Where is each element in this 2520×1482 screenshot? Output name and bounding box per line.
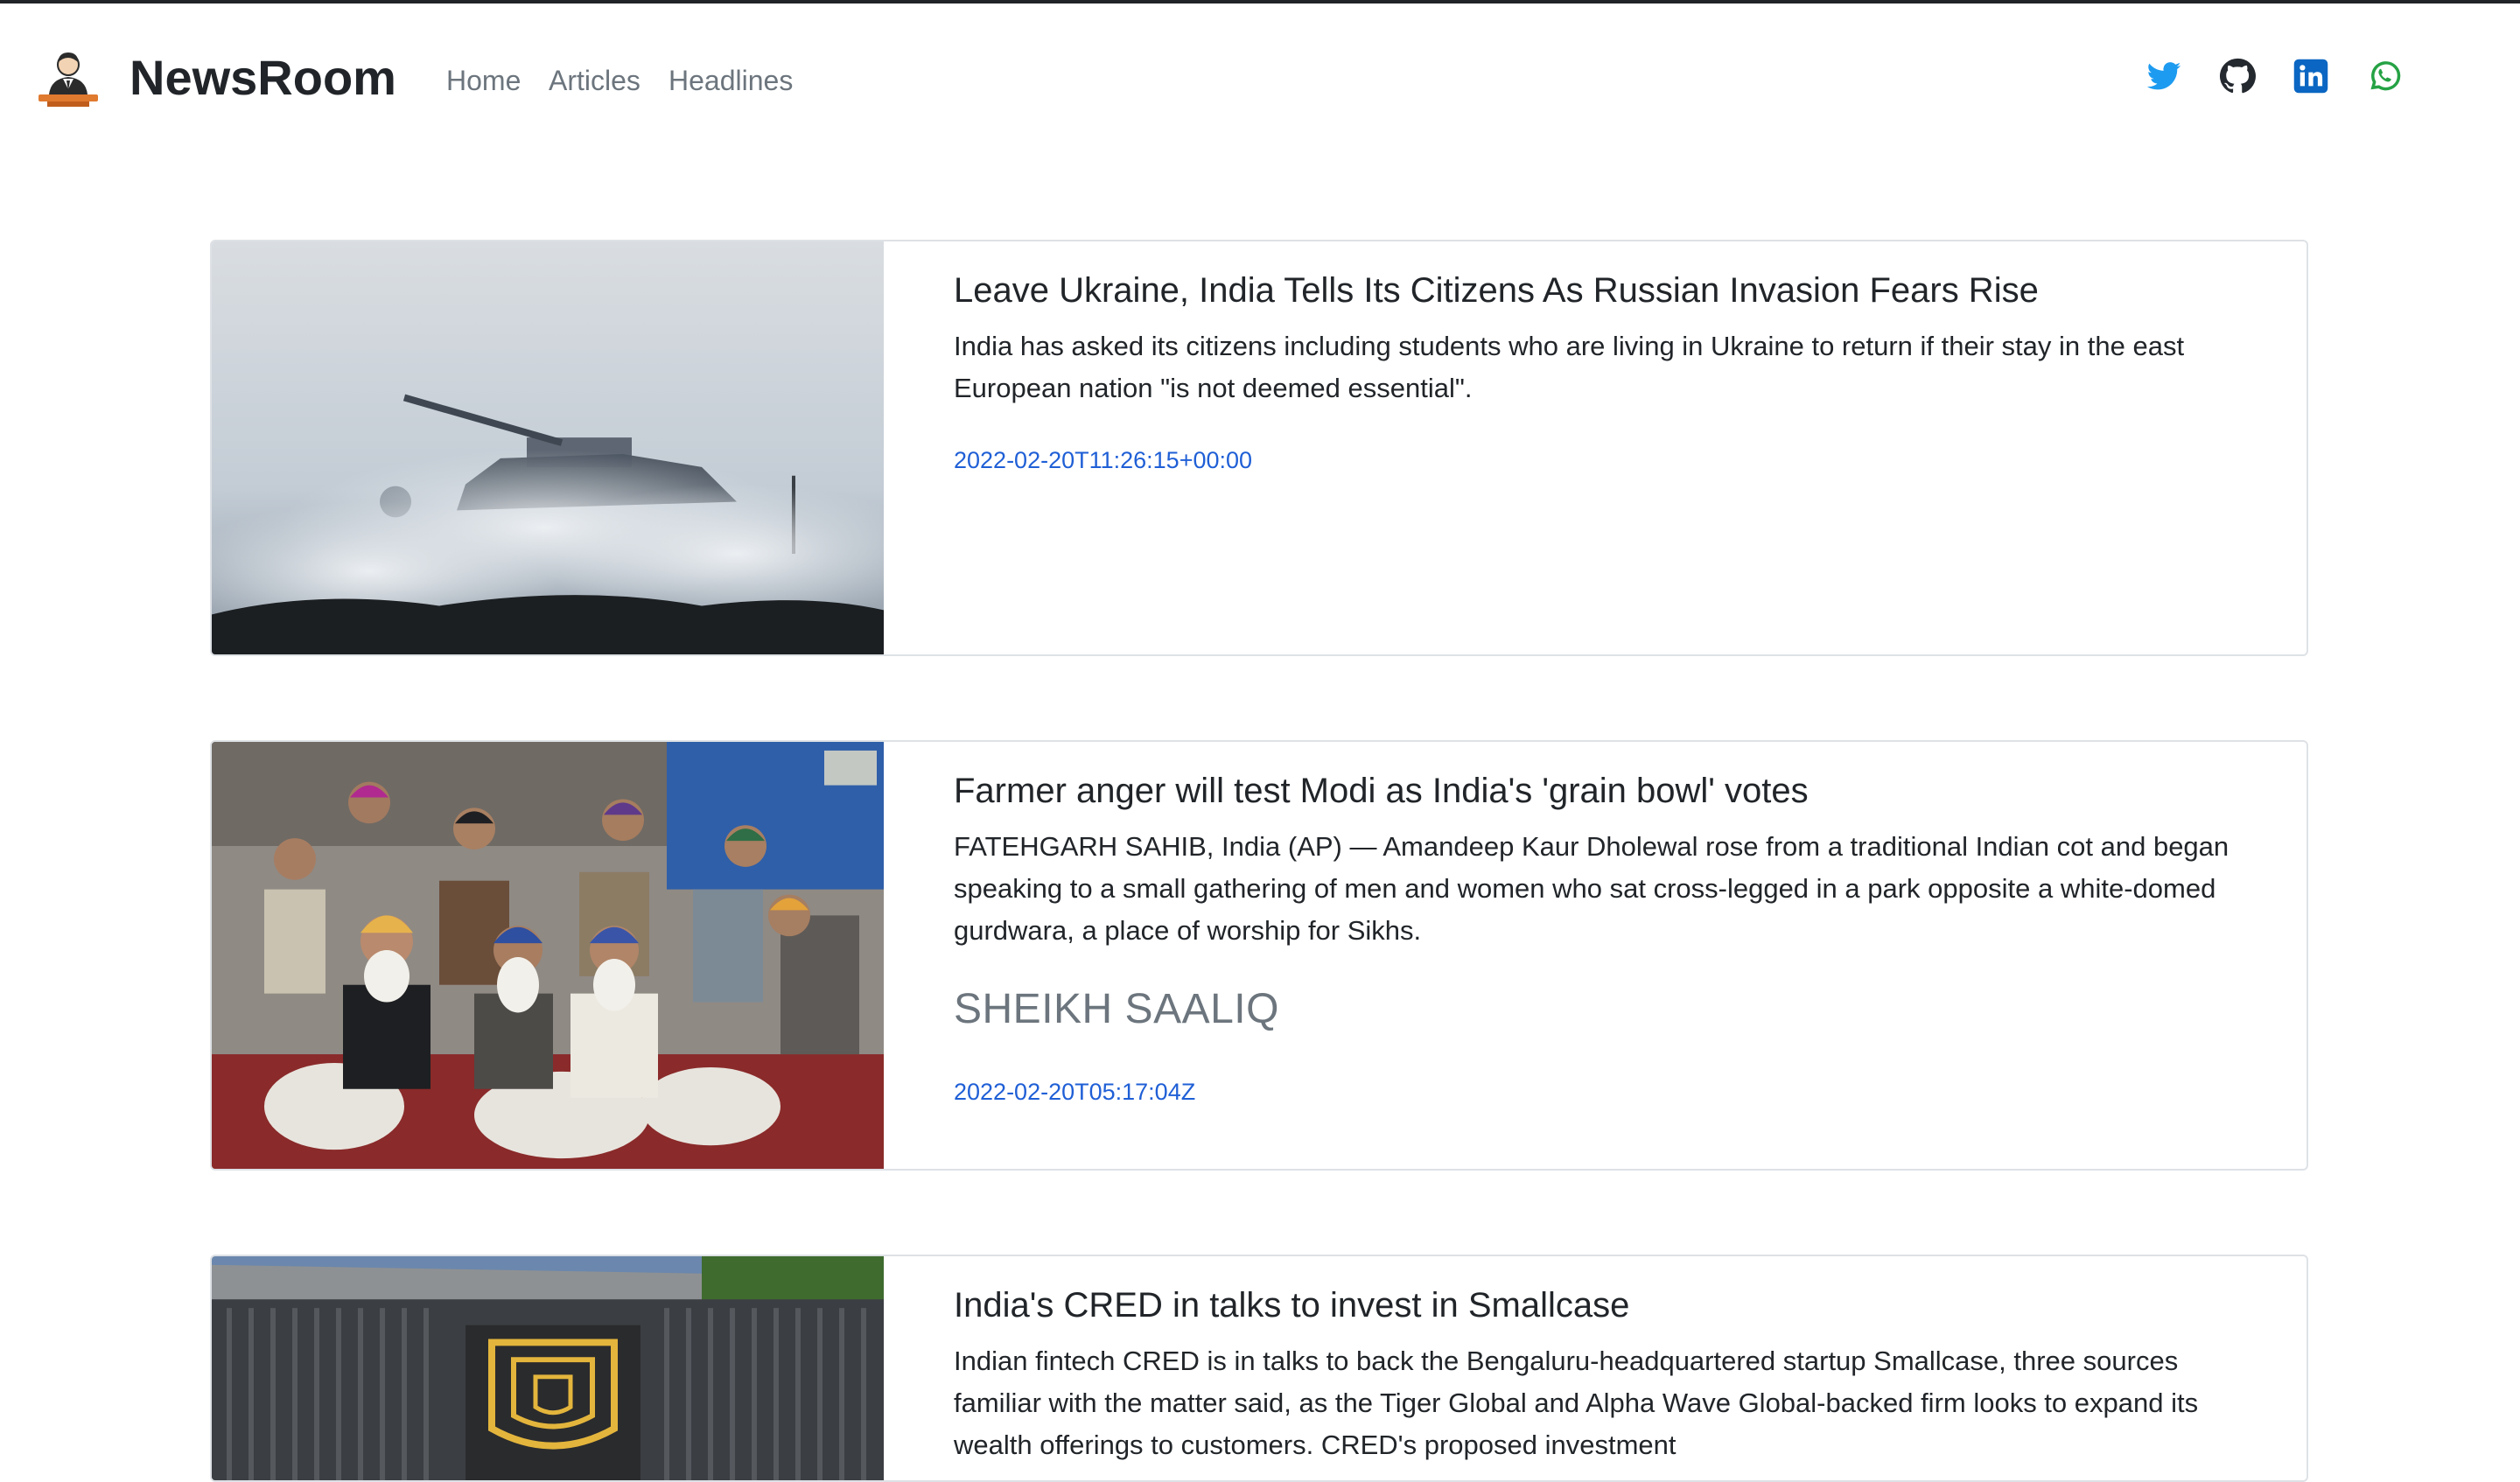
linkedin-icon[interactable] [2292, 58, 2329, 94]
navbar: NewsRoom Home Articles Headlines [0, 3, 2520, 143]
news-anchor-icon[interactable] [35, 44, 102, 110]
nav-home[interactable]: Home [446, 61, 521, 100]
article-card[interactable]: India's CRED in talks to invest in Small… [210, 1255, 2308, 1482]
article-date: 2022-02-20T05:17:04Z [954, 1079, 1196, 1105]
tank-in-smoke-image[interactable] [212, 241, 884, 654]
article-title[interactable]: India's CRED in talks to invest in Small… [954, 1283, 1629, 1328]
article-title[interactable]: Leave Ukraine, India Tells Its Citizens … [954, 268, 2039, 313]
article-card[interactable]: Leave Ukraine, India Tells Its Citizens … [210, 240, 2308, 656]
cred-office-building-image[interactable] [212, 1256, 884, 1480]
article-author: SHEIKH SAALIQ [954, 986, 1279, 1032]
sikh-farmers-sitting-image[interactable] [212, 742, 884, 1169]
github-icon[interactable] [2219, 58, 2256, 94]
article-title[interactable]: Farmer anger will test Modi as India's '… [954, 768, 1809, 814]
article-description: FATEHGARH SAHIB, India (AP) — Amandeep K… [954, 831, 2230, 946]
article-description: India has asked its citizens including s… [954, 331, 2185, 403]
article-card[interactable]: Farmer anger will test Modi as India's '… [210, 740, 2308, 1171]
whatsapp-icon[interactable] [2366, 58, 2403, 94]
article-description: Indian fintech CRED is in talks to back … [954, 1346, 2199, 1460]
nav-headlines[interactable]: Headlines [668, 61, 793, 100]
article-date: 2022-02-20T11:26:15+00:00 [954, 447, 1253, 473]
nav-articles[interactable]: Articles [549, 61, 640, 100]
twitter-icon[interactable] [2146, 58, 2182, 94]
brand-name[interactable]: NewsRoom [130, 47, 396, 108]
